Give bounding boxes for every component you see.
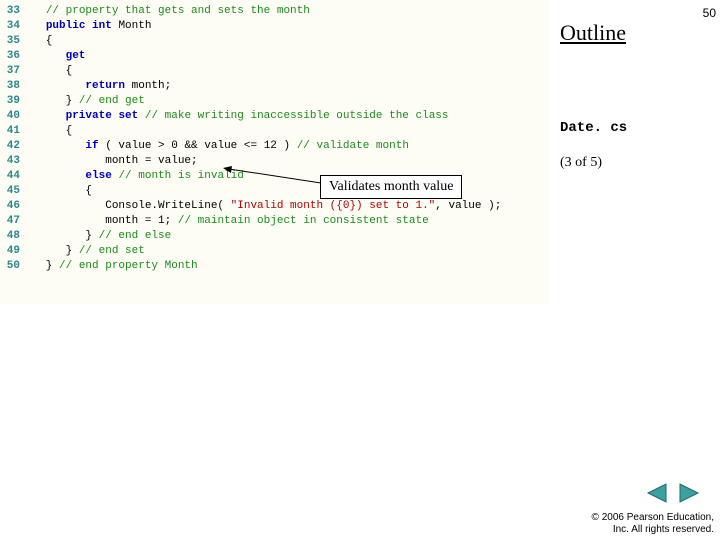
progress-label: (3 of 5) xyxy=(560,155,602,171)
copyright-text: © 2006 Pearson Education, Inc. All right… xyxy=(592,512,714,536)
callout-text: Validates month value xyxy=(329,179,453,194)
line-number: 43 xyxy=(0,154,26,169)
code-line: 46 Console.WriteLine( "Invalid month ({0… xyxy=(0,199,550,214)
line-number: 37 xyxy=(0,64,26,79)
code-content: } // end property Month xyxy=(26,259,198,274)
line-number: 48 xyxy=(0,229,26,244)
code-content: month = 1; // maintain object in consist… xyxy=(26,214,429,229)
line-number: 47 xyxy=(0,214,26,229)
callout-annotation: Validates month value xyxy=(320,175,462,199)
code-line: 37 { xyxy=(0,64,550,79)
line-number: 40 xyxy=(0,109,26,124)
code-content: { xyxy=(26,64,72,79)
code-content: { xyxy=(26,34,52,49)
line-number: 41 xyxy=(0,124,26,139)
code-line: 34 public int Month xyxy=(0,19,550,34)
line-number: 49 xyxy=(0,244,26,259)
code-line: 50 } // end property Month xyxy=(0,259,550,274)
code-line: 40 private set // make writing inaccessi… xyxy=(0,109,550,124)
line-number: 39 xyxy=(0,94,26,109)
code-content: else // month is invalid xyxy=(26,169,244,184)
code-line: 41 { xyxy=(0,124,550,139)
code-content: get xyxy=(26,49,85,64)
line-number: 45 xyxy=(0,184,26,199)
line-number: 42 xyxy=(0,139,26,154)
code-content: Console.WriteLine( "Invalid month ({0}) … xyxy=(26,199,501,214)
code-content: } // end get xyxy=(26,94,145,109)
code-content: if ( value > 0 && value <= 12 ) // valid… xyxy=(26,139,409,154)
triangle-left-icon xyxy=(644,482,670,504)
copyright-line1: © 2006 Pearson Education, xyxy=(592,512,714,524)
line-number: 46 xyxy=(0,199,26,214)
code-content: { xyxy=(26,124,72,139)
filename-label: Date. cs xyxy=(560,120,627,136)
code-content: public int Month xyxy=(26,19,151,34)
code-content: return month; xyxy=(26,79,171,94)
code-line: 45 { xyxy=(0,184,550,199)
code-line: 38 return month; xyxy=(0,79,550,94)
next-button[interactable] xyxy=(676,482,702,504)
line-number: 44 xyxy=(0,169,26,184)
code-line: 48 } // end else xyxy=(0,229,550,244)
code-content: } // end else xyxy=(26,229,171,244)
code-content: // property that gets and sets the month xyxy=(26,4,310,19)
slide-number: 50 xyxy=(703,6,716,20)
line-number: 36 xyxy=(0,49,26,64)
code-content: { xyxy=(26,184,92,199)
code-content: } // end set xyxy=(26,244,145,259)
code-line: 36 get xyxy=(0,49,550,64)
code-line: 43 month = value; xyxy=(0,154,550,169)
line-number: 38 xyxy=(0,79,26,94)
copyright-line2: Inc. All rights reserved. xyxy=(592,524,714,536)
code-block: 33 // property that gets and sets the mo… xyxy=(0,0,550,304)
code-line: 39 } // end get xyxy=(0,94,550,109)
code-line: 42 if ( value > 0 && value <= 12 ) // va… xyxy=(0,139,550,154)
line-number: 33 xyxy=(0,4,26,19)
line-number: 50 xyxy=(0,259,26,274)
line-number: 35 xyxy=(0,34,26,49)
nav-controls xyxy=(644,482,702,504)
triangle-right-icon xyxy=(676,482,702,504)
code-line: 33 // property that gets and sets the mo… xyxy=(0,4,550,19)
code-line: 49 } // end set xyxy=(0,244,550,259)
code-content: month = value; xyxy=(26,154,198,169)
code-line: 35 { xyxy=(0,34,550,49)
code-line: 44 else // month is invalid xyxy=(0,169,550,184)
line-number: 34 xyxy=(0,19,26,34)
code-line: 47 month = 1; // maintain object in cons… xyxy=(0,214,550,229)
code-content: private set // make writing inaccessible… xyxy=(26,109,449,124)
prev-button[interactable] xyxy=(644,482,670,504)
outline-heading: Outline xyxy=(560,20,626,46)
